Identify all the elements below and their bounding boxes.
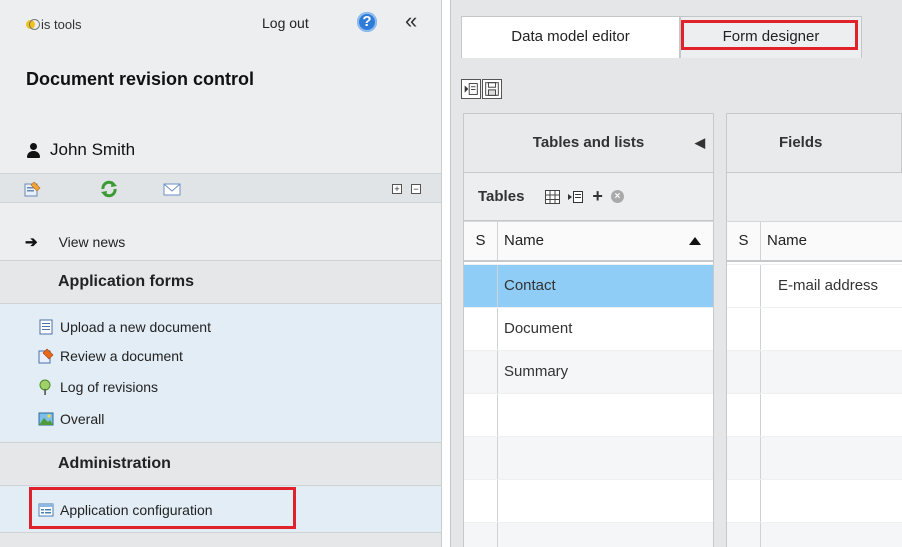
tables-label: Tables [478, 188, 525, 205]
empty-row [727, 393, 902, 437]
nav-overall[interactable]: Overall [38, 408, 104, 430]
fields-grid-header: S Name [727, 222, 902, 262]
collapse-pane-icon[interactable]: ◀ [695, 114, 705, 172]
app-title: Document revision control [26, 69, 255, 89]
row-status-cell [464, 437, 498, 480]
application-forms-list: Upload a new document Review a document … [0, 304, 441, 442]
table-grid-icon[interactable] [545, 189, 561, 204]
field-row[interactable]: E-mail address [727, 264, 902, 308]
empty-row [464, 522, 713, 547]
row-status-cell [727, 480, 761, 523]
logo-text: is tools [41, 17, 82, 32]
tables-grid: S Name Contact Document Summary [463, 221, 714, 547]
nav-label: Overall [60, 411, 105, 427]
section-application-forms[interactable]: Application forms [0, 260, 441, 304]
column-s-header[interactable]: S [727, 222, 761, 260]
row-status-cell [727, 437, 761, 480]
column-name-header[interactable]: Name [499, 222, 544, 260]
edit-document-icon [38, 348, 54, 364]
view-news-label: View news [58, 234, 126, 250]
tables-toolbar: Tables + × [463, 173, 714, 221]
editor-toolbar [461, 79, 503, 99]
row-status-cell [464, 523, 498, 547]
empty-row [464, 436, 713, 480]
logo: is tools [26, 17, 81, 32]
fields-grid: S Name E-mail address [726, 221, 902, 547]
table-row[interactable]: Contact [464, 264, 713, 308]
collapse-all-icon[interactable]: − [411, 184, 421, 194]
row-status-cell [464, 394, 498, 437]
table-row[interactable]: Document [464, 307, 713, 351]
row-status-cell [464, 308, 498, 351]
logout-link[interactable]: Log out [262, 15, 309, 31]
add-table-icon[interactable]: + [592, 186, 603, 207]
empty-row [727, 307, 902, 351]
fields-toolbar [726, 173, 902, 221]
tables-and-lists-title: Tables and lists [532, 134, 645, 151]
pin-icon [39, 379, 51, 395]
highlight-application-configuration [29, 487, 296, 529]
table-row[interactable]: Summary [464, 350, 713, 394]
empty-row [727, 522, 902, 547]
expand-all-icon[interactable]: + [392, 184, 402, 194]
fields-header: Fields [726, 113, 902, 173]
highlight-form-designer [681, 20, 858, 50]
column-name-header[interactable]: Name [762, 222, 807, 260]
empty-row [727, 436, 902, 480]
mail-icon[interactable] [163, 180, 181, 198]
nav-label: Log of revisions [60, 379, 159, 395]
user-name: John Smith [50, 140, 136, 159]
tables-and-lists-header: Tables and lists ◀ [463, 113, 714, 173]
column-s-header[interactable]: S [464, 222, 498, 260]
sidebar-footer [0, 532, 441, 547]
tab-data-model-editor[interactable]: Data model editor [461, 16, 680, 58]
sidebar-toolbar: + − [0, 173, 441, 203]
user-info: John Smith [27, 140, 135, 160]
fields-title: Fields [779, 134, 823, 151]
row-name-cell: Document [504, 320, 573, 337]
question-circle-icon[interactable]: ? [357, 12, 377, 32]
section-administration[interactable]: Administration [0, 442, 441, 486]
row-status-cell [727, 394, 761, 437]
row-status-cell [727, 351, 761, 394]
view-news-link[interactable]: ➔ View news [0, 224, 441, 260]
edit-form-icon[interactable] [24, 180, 42, 198]
row-name-cell: Contact [504, 277, 556, 294]
nav-log-of-revisions[interactable]: Log of revisions [38, 376, 158, 398]
row-status-cell [727, 308, 761, 351]
nav-label: Upload a new document [60, 319, 211, 335]
row-status-cell [727, 265, 761, 308]
collapse-sidebar-icon[interactable]: « [405, 10, 417, 32]
row-name-cell: E-mail address [778, 277, 879, 294]
logo-icon [26, 19, 40, 30]
user-icon [27, 142, 40, 158]
document-icon [39, 319, 53, 335]
row-name-cell: Summary [504, 363, 569, 380]
row-status-cell [464, 265, 498, 308]
nav-label: Review a document [60, 348, 183, 364]
empty-row [727, 350, 902, 394]
export-icon[interactable] [461, 79, 481, 99]
sort-ascending-icon[interactable] [689, 237, 701, 245]
delete-table-icon[interactable]: × [610, 190, 624, 203]
row-status-cell [464, 351, 498, 394]
tables-grid-header: S Name [464, 222, 713, 262]
arrow-right-icon: ➔ [25, 234, 38, 251]
row-status-cell [464, 480, 498, 523]
save-icon[interactable] [482, 79, 502, 99]
import-table-icon[interactable] [568, 190, 584, 204]
image-icon [38, 412, 54, 426]
empty-row [464, 393, 713, 437]
row-status-cell [727, 523, 761, 547]
nav-review-document[interactable]: Review a document [38, 345, 183, 367]
nav-upload-document[interactable]: Upload a new document [38, 316, 211, 338]
refresh-icon[interactable] [100, 180, 118, 198]
empty-row [464, 479, 713, 523]
sidebar: is tools Log out ? « Document revision c… [0, 0, 442, 547]
empty-row [727, 479, 902, 523]
